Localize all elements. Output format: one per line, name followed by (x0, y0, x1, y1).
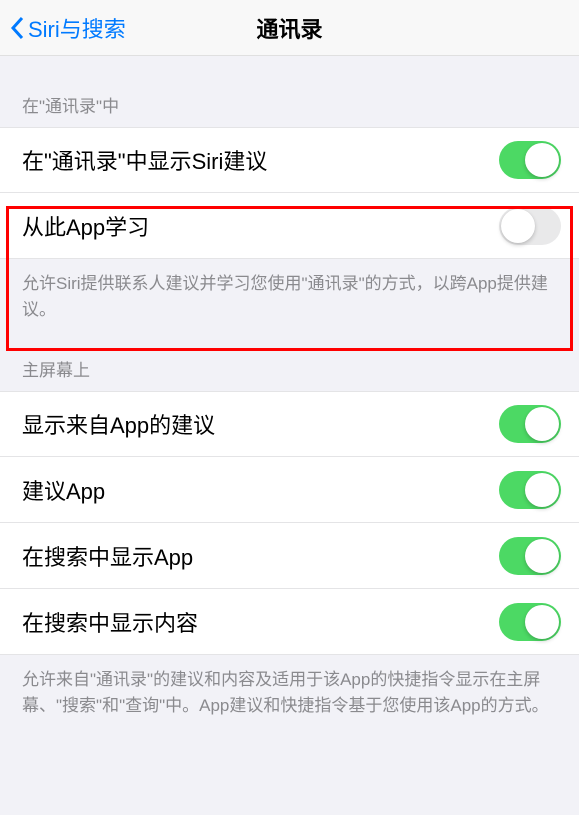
cell-label: 从此App学习 (22, 210, 149, 242)
section-header-in-app: 在"通讯录"中 (0, 56, 579, 127)
show-app-suggestions-cell[interactable]: 显示来自App的建议 (0, 391, 579, 457)
cell-label: 在搜索中显示App (22, 540, 193, 572)
nav-bar: Siri与搜索 通讯录 (0, 0, 579, 56)
chevron-left-icon (10, 16, 24, 40)
settings-group-home: 显示来自App的建议 建议App 在搜索中显示App 在搜索中显示内容 (0, 391, 579, 655)
cell-label: 建议App (22, 474, 105, 506)
settings-group-in-app: 在"通讯录"中显示Siri建议 从此App学习 (0, 127, 579, 259)
section-footer-in-app: 允许Siri提供联系人建议并学习您使用"通讯录"的方式，以跨App提供建议。 (0, 259, 579, 338)
show-content-in-search-cell[interactable]: 在搜索中显示内容 (0, 589, 579, 655)
show-siri-suggestions-toggle[interactable] (499, 141, 561, 179)
show-content-in-search-toggle[interactable] (499, 603, 561, 641)
cell-label: 显示来自App的建议 (22, 408, 215, 440)
show-siri-suggestions-cell[interactable]: 在"通讯录"中显示Siri建议 (0, 127, 579, 193)
learn-from-app-cell[interactable]: 从此App学习 (0, 193, 579, 259)
back-button[interactable]: Siri与搜索 (0, 12, 126, 44)
suggest-app-toggle[interactable] (499, 471, 561, 509)
back-label: Siri与搜索 (28, 12, 126, 44)
learn-from-app-toggle[interactable] (499, 207, 561, 245)
section-footer-home: 允许来自"通讯录"的建议和内容及适用于该App的快捷指令显示在主屏幕、"搜索"和… (0, 655, 579, 734)
show-app-suggestions-toggle[interactable] (499, 405, 561, 443)
show-app-in-search-toggle[interactable] (499, 537, 561, 575)
section-header-home: 主屏幕上 (0, 338, 579, 391)
suggest-app-cell[interactable]: 建议App (0, 457, 579, 523)
cell-label: 在搜索中显示内容 (22, 606, 198, 638)
show-app-in-search-cell[interactable]: 在搜索中显示App (0, 523, 579, 589)
cell-label: 在"通讯录"中显示Siri建议 (22, 144, 267, 176)
page-title: 通讯录 (256, 12, 322, 44)
